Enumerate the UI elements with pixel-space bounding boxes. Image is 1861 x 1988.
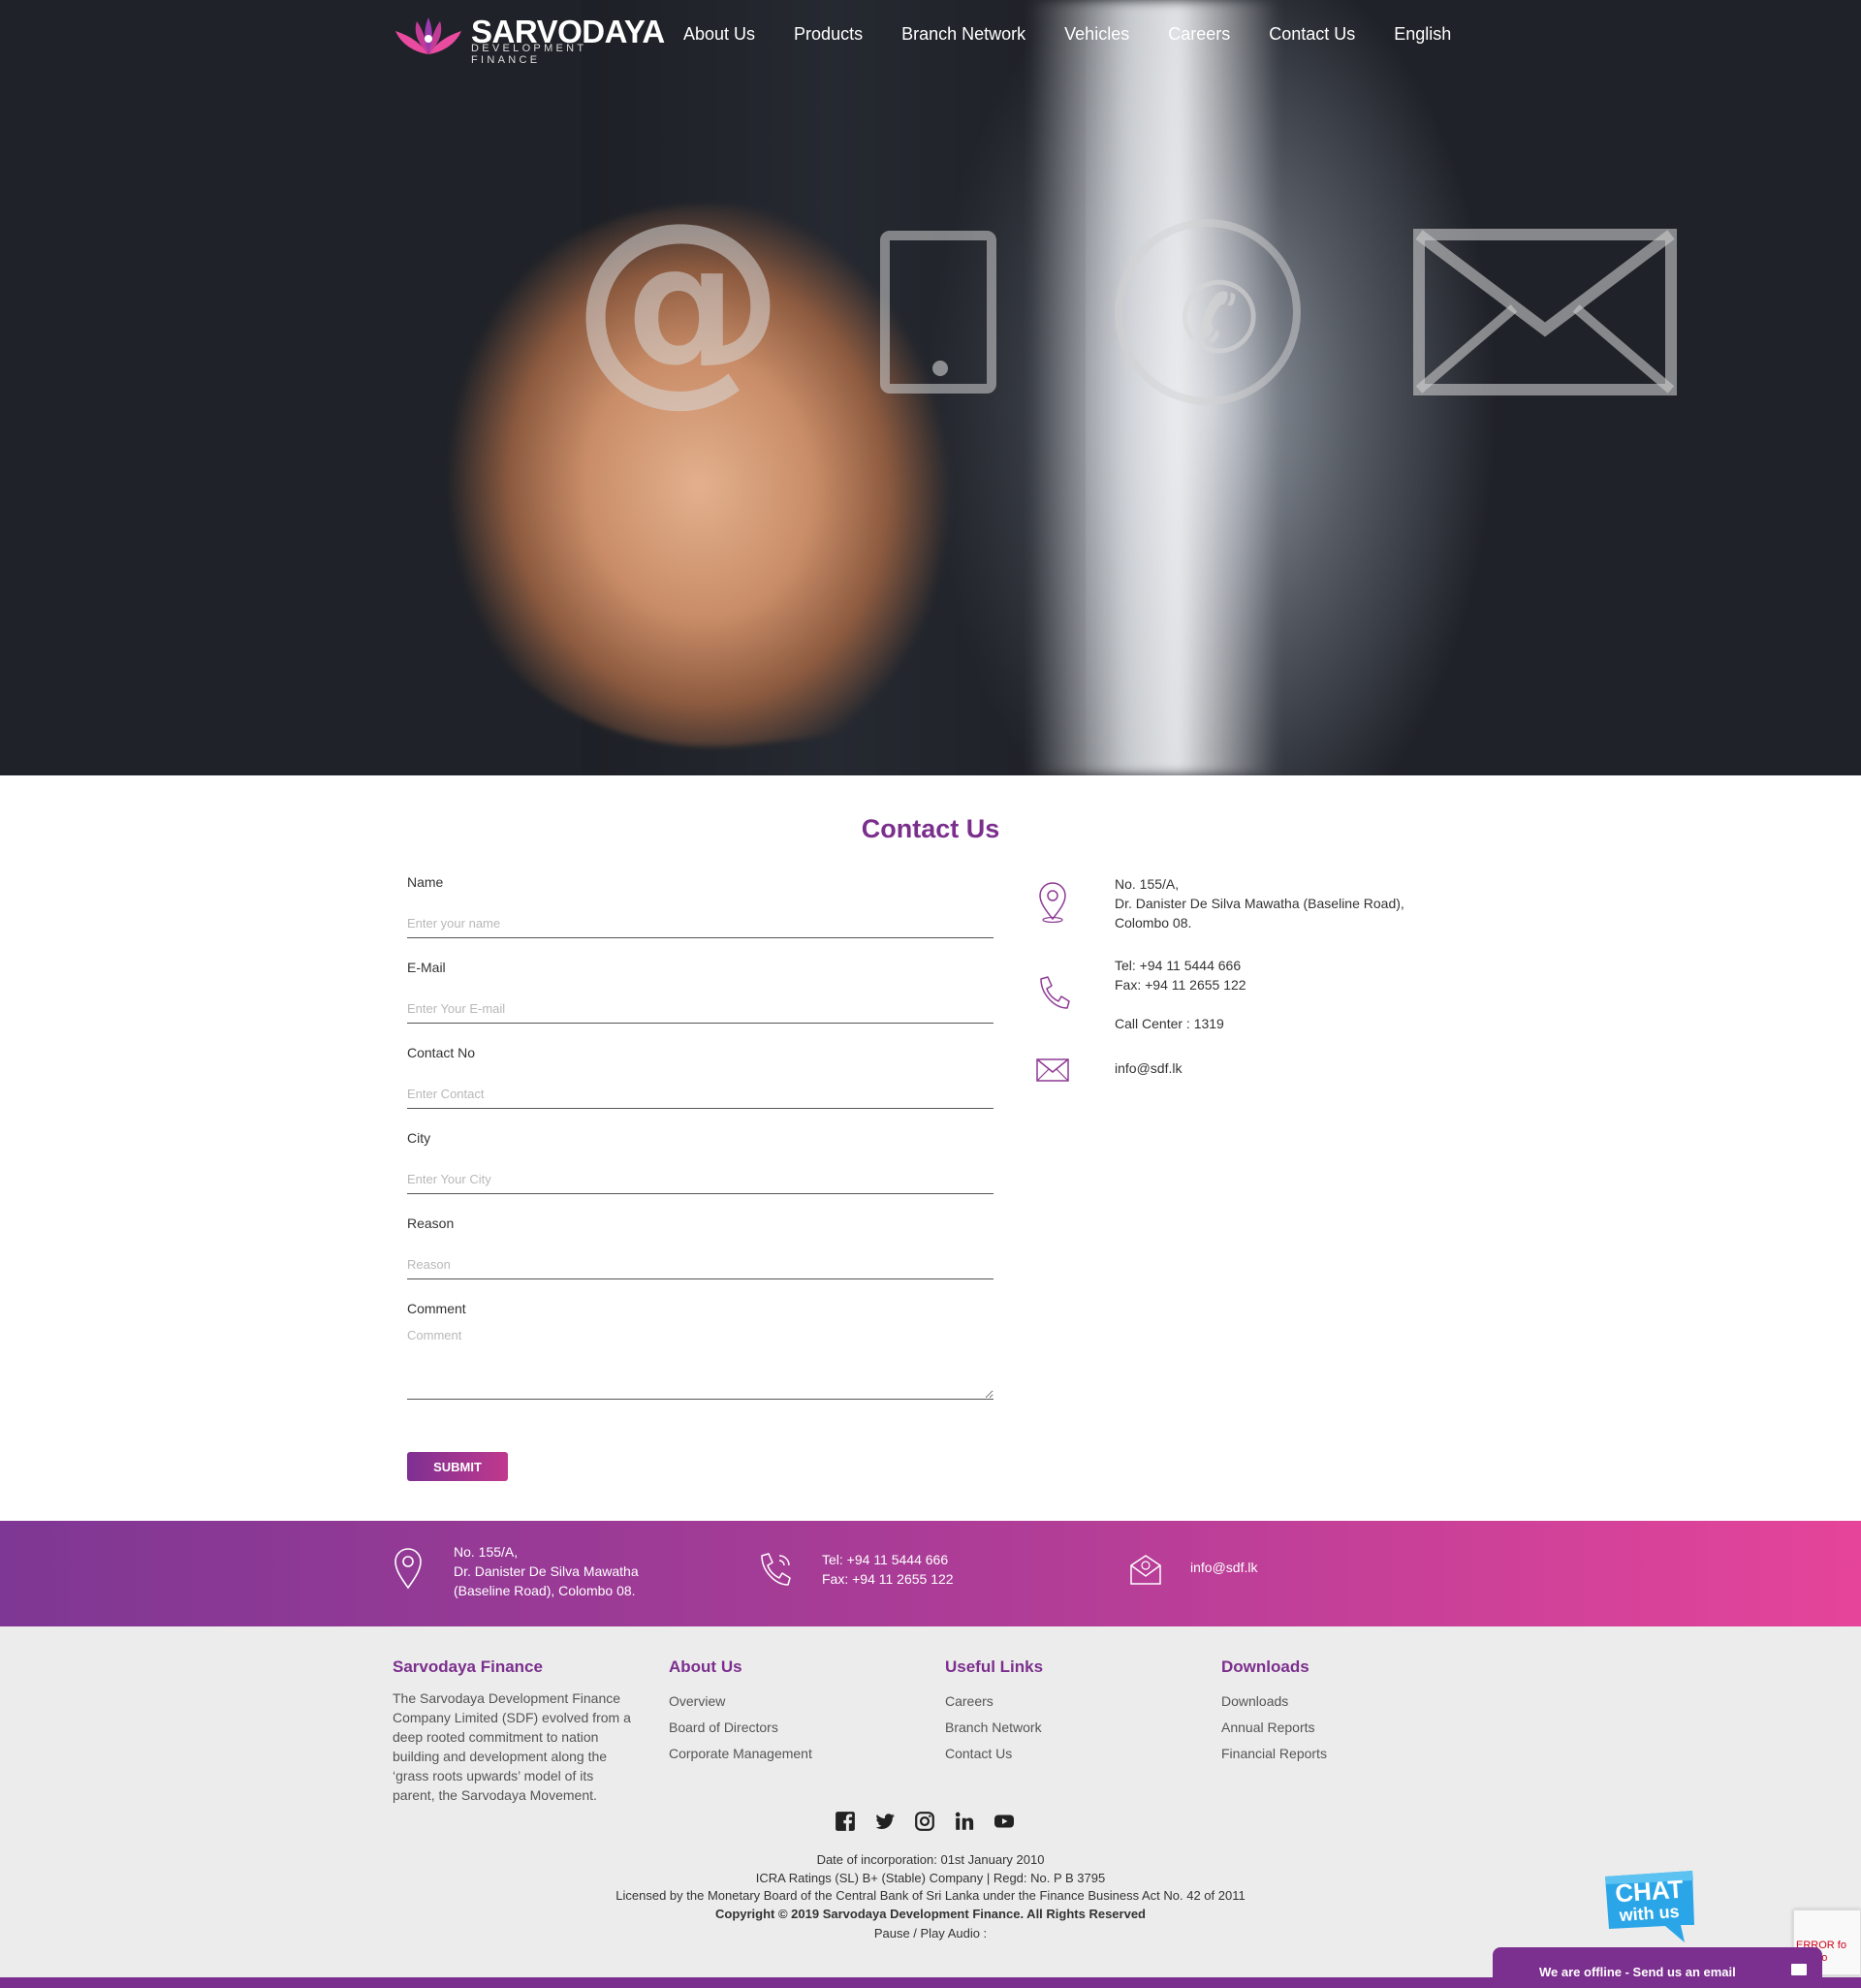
email-label: E-Mail xyxy=(407,960,446,975)
nav-contact-us[interactable]: Contact Us xyxy=(1269,24,1355,45)
nav-branch-network[interactable]: Branch Network xyxy=(901,24,1025,45)
footer-link-financial-reports[interactable]: Financial Reports xyxy=(1221,1741,1327,1767)
audio-toggle[interactable]: Pause / Play Audio : xyxy=(0,1925,1861,1943)
mobile-phone-icon xyxy=(880,231,996,394)
footer-link-overview[interactable]: Overview xyxy=(669,1688,812,1715)
copyright: Copyright © 2019 Sarvodaya Development F… xyxy=(714,1906,1146,1921)
contact-no-label: Contact No xyxy=(407,1045,476,1060)
nav-menu: About Us Products Branch Network Vehicle… xyxy=(683,24,1490,45)
top-navigation: SARVODAYA DEVELOPMENT FINANCE About Us P… xyxy=(0,0,1861,72)
hero-banner: @ ✆ xyxy=(0,0,1861,775)
name-label: Name xyxy=(407,874,444,890)
envelope-icon xyxy=(1791,1964,1807,1975)
email-input[interactable] xyxy=(407,994,994,1024)
social-links xyxy=(835,1811,1033,1832)
facebook-icon[interactable] xyxy=(835,1811,856,1832)
phone-block: Tel: +94 11 5444 666 Fax: +94 11 2655 12… xyxy=(1115,956,1246,994)
name-field-group: Name xyxy=(407,872,994,958)
fax-number: Fax: +94 11 2655 122 xyxy=(1115,977,1246,993)
chat-with-us-badge[interactable]: CHAT with us xyxy=(1601,1871,1698,1942)
band-address: No. 155/A, Dr. Danister De Silva Mawatha… xyxy=(454,1542,639,1600)
band-email[interactable]: info@sdf.lk xyxy=(1190,1558,1257,1577)
comment-label: Comment xyxy=(407,1301,466,1316)
offline-chat-label: We are offline - Send us an email xyxy=(1539,1965,1736,1979)
legal-info: Date of incorporation: 01st January 2010… xyxy=(0,1851,1861,1943)
band-phone: Tel: +94 11 5444 666 Fax: +94 11 2655 12… xyxy=(822,1550,954,1589)
incorporation-date: Date of incorporation: 01st January 2010 xyxy=(816,1852,1045,1867)
name-input[interactable] xyxy=(407,909,994,938)
comment-field-group: Comment xyxy=(407,1299,994,1425)
at-sign-icon: @ xyxy=(572,176,785,425)
nav-about-us[interactable]: About Us xyxy=(683,24,755,45)
email-link[interactable]: info@sdf.lk xyxy=(1115,1058,1182,1078)
footer-link-careers[interactable]: Careers xyxy=(945,1688,1043,1715)
band-address-line: (Baseline Road), Colombo 08. xyxy=(454,1583,636,1598)
city-input[interactable] xyxy=(407,1165,994,1194)
address-line: Dr. Danister De Silva Mawatha (Baseline … xyxy=(1115,896,1404,911)
reason-field-group: Reason xyxy=(407,1214,994,1299)
footer-link-downloads[interactable]: Downloads xyxy=(1221,1688,1327,1715)
phone-icon xyxy=(1040,976,1070,1009)
footer-col-useful-links: Useful Links Careers Branch Network Cont… xyxy=(945,1657,1043,1767)
submit-button[interactable]: SUBMIT xyxy=(407,1452,508,1481)
footer-col-downloads: Downloads Downloads Annual Reports Finan… xyxy=(1221,1657,1327,1767)
footer-link-board-of-directors[interactable]: Board of Directors xyxy=(669,1715,812,1741)
reason-label: Reason xyxy=(407,1215,455,1231)
address-block: No. 155/A, Dr. Danister De Silva Mawatha… xyxy=(1115,874,1404,932)
sarvodaya-logo[interactable]: SARVODAYA DEVELOPMENT FINANCE xyxy=(394,14,665,66)
footer-link-annual-reports[interactable]: Annual Reports xyxy=(1221,1715,1327,1741)
youtube-icon[interactable] xyxy=(994,1811,1015,1832)
email-field-group: E-Mail xyxy=(407,958,994,1043)
logo-sub-text: DEVELOPMENT FINANCE xyxy=(471,43,587,66)
contact-no-input[interactable] xyxy=(407,1080,994,1109)
icra-ratings: ICRA Ratings (SL) B+ (Stable) Company | … xyxy=(755,1870,1106,1885)
reason-input[interactable] xyxy=(407,1250,994,1279)
telephone-icon: ✆ xyxy=(1115,219,1301,405)
address-line: No. 155/A, xyxy=(1115,876,1180,892)
nav-products[interactable]: Products xyxy=(794,24,863,45)
language-selector[interactable]: English xyxy=(1394,24,1451,45)
contact-form: Name E-Mail Contact No City Reason Comme… xyxy=(407,872,994,1425)
nav-vehicles[interactable]: Vehicles xyxy=(1064,24,1129,45)
footer-col-about-us: About Us Overview Board of Directors Cor… xyxy=(669,1657,812,1767)
mail-open-icon xyxy=(1130,1555,1161,1585)
license-statement: Licensed by the Monetary Board of the Ce… xyxy=(615,1888,1246,1903)
footer-company-description: The Sarvodaya Development Finance Compan… xyxy=(393,1690,631,1803)
city-field-group: City xyxy=(407,1128,994,1214)
location-pin-icon xyxy=(394,1548,422,1590)
band-address-line: No. 155/A, xyxy=(454,1544,519,1560)
mail-icon xyxy=(1036,1058,1069,1082)
footer-col-title: Downloads xyxy=(1221,1657,1309,1676)
footer-link-corporate-management[interactable]: Corporate Management xyxy=(669,1741,812,1767)
comment-textarea[interactable] xyxy=(407,1328,994,1400)
address-line: Colombo 08. xyxy=(1115,915,1192,931)
city-label: City xyxy=(407,1130,431,1146)
footer-link-branch-network[interactable]: Branch Network xyxy=(945,1715,1043,1741)
envelope-icon xyxy=(1413,229,1677,395)
lotus-logo-icon xyxy=(395,17,461,54)
band-fax: Fax: +94 11 2655 122 xyxy=(822,1571,954,1587)
twitter-icon[interactable] xyxy=(874,1811,896,1832)
contact-band: No. 155/A, Dr. Danister De Silva Mawatha… xyxy=(0,1521,1861,1626)
linkedin-icon[interactable] xyxy=(954,1811,975,1832)
footer-col-about-company: Sarvodaya Finance The Sarvodaya Developm… xyxy=(393,1657,633,1805)
tel-number: Tel: +94 11 5444 666 xyxy=(1115,958,1242,973)
footer-link-contact-us[interactable]: Contact Us xyxy=(945,1741,1043,1767)
contact-no-field-group: Contact No xyxy=(407,1043,994,1128)
footer-col-title: Sarvodaya Finance xyxy=(393,1657,543,1676)
phone-icon xyxy=(761,1553,791,1586)
offline-chat-bar[interactable]: We are offline - Send us an email xyxy=(1493,1947,1822,1988)
page-title: Contact Us xyxy=(861,814,1000,843)
footer-col-title: Useful Links xyxy=(945,1657,1044,1676)
instagram-icon[interactable] xyxy=(914,1811,935,1832)
band-tel: Tel: +94 11 5444 666 xyxy=(822,1552,949,1567)
footer-col-title: About Us xyxy=(669,1657,742,1676)
band-address-line: Dr. Danister De Silva Mawatha xyxy=(454,1563,639,1579)
location-pin-icon xyxy=(1039,882,1066,923)
nav-careers[interactable]: Careers xyxy=(1168,24,1230,45)
call-center: Call Center : 1319 xyxy=(1115,1016,1224,1031)
